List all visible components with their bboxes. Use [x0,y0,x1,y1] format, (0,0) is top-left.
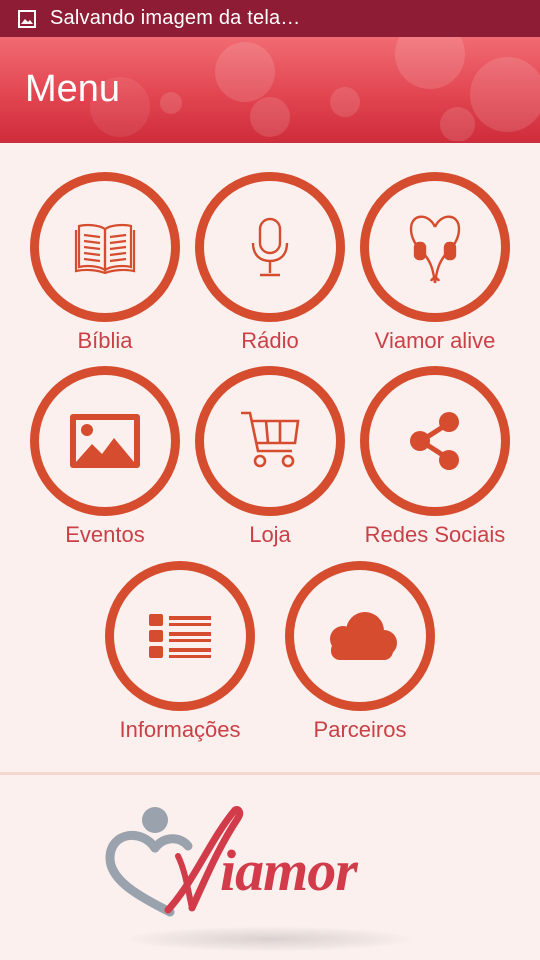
menu-item-label: Eventos [65,522,145,547]
menu-item-circle[interactable] [30,366,180,516]
menu-grid: Bíblia Rádio Viamor alive Eventos Loja R… [0,143,540,773]
menu-item-viamor-alive[interactable]: Viamor alive [350,172,520,354]
menu-item-circle[interactable] [360,366,510,516]
menu-item-circle[interactable] [105,561,255,711]
menu-item-redes-sociais[interactable]: Redes Sociais [350,366,520,548]
heart-headphones-icon [409,215,461,284]
menu-item-biblia[interactable]: Bíblia [20,172,190,354]
image-icon [70,414,140,468]
menu-item-circle[interactable] [195,366,345,516]
status-bar: Salvando imagem da tela… [0,0,540,37]
menu-item-parceiros[interactable]: Parceiros [275,561,445,743]
menu-item-label: Informações [119,717,241,742]
menu-item-circle[interactable] [30,172,180,322]
image-icon [18,9,36,28]
cloud-icon [330,612,397,660]
menu-item-label: Bíblia [77,328,133,353]
menu-item-label: Parceiros [313,717,407,742]
menu-item-circle[interactable] [285,561,435,711]
logo-footer: iamor [0,775,540,960]
menu-item-informacoes[interactable]: Informações [95,561,265,743]
menu-item-label: Redes Sociais [364,522,506,547]
menu-item-circle[interactable] [195,172,345,322]
list-icon [149,614,211,658]
status-notification-text: Salvando imagem da tela… [50,7,301,29]
menu-item-radio[interactable]: Rádio [185,172,355,354]
page-title: Menu [25,68,121,110]
menu-item-eventos[interactable]: Eventos [20,366,190,548]
viamor-logo: iamor [105,806,359,917]
menu-item-label: Viamor alive [374,328,496,353]
menu-item-label: Rádio [241,328,299,353]
book-icon [74,223,136,275]
menu-item-circle[interactable] [360,172,510,322]
microphone-icon [251,217,289,277]
menu-item-loja[interactable]: Loja [185,366,355,548]
share-icon [410,412,459,470]
logo-text: iamor [220,838,358,903]
shopping-cart-icon [241,411,300,468]
logo-shadow [130,927,410,951]
menu-item-label: Loja [249,522,291,547]
app-bar: Menu [0,37,540,143]
